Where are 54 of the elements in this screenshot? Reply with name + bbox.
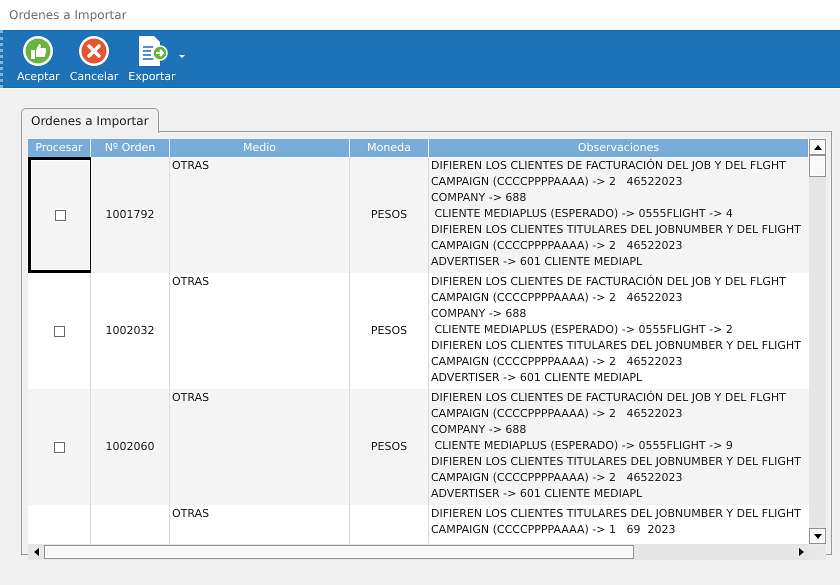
- checkbox[interactable]: [55, 210, 66, 220]
- observation-line: DIFIEREN LOS CLIENTES DE FACTURACIÓN DEL JOB Y DEL FLGHT: [431, 158, 787, 174]
- observation-line: CLIENTE MEDIAPLUS (ESPERADO) -> 0555FLIGHT -> 9: [433, 438, 734, 454]
- table-cell: OTRAS: [172, 507, 210, 520]
- window-title: Ordenes a Importar: [9, 7, 127, 24]
- scroll-up-icon[interactable]: [809, 139, 826, 155]
- observation-line: CLIENTE MEDIAPLUS (ESPERADO) -> 0555FLIGHT -> 2: [433, 322, 734, 338]
- order-number: 1002060: [106, 438, 154, 455]
- table-cell-text: PESOS: [370, 438, 408, 455]
- table-cell: OTRAS: [172, 275, 210, 288]
- observation-line: DIFIEREN LOS CLIENTES TITULARES DEL JOBNUMBER Y DEL FLIGHT: [431, 506, 802, 522]
- scroll-thumb[interactable]: [44, 545, 634, 559]
- observation-line: DIFIEREN LOS CLIENTES TITULARES DEL JOBNUMBER Y DEL FLIGHT: [431, 454, 802, 470]
- toolbar-button[interactable]: Aceptar: [17, 35, 60, 83]
- column-header[interactable]: Procesar: [28, 139, 91, 157]
- observation-line: ADVERTISER -> 601 CLIENTE MEDIAPL: [431, 370, 644, 386]
- observation-line: CAMPAIGN (CCCCPPPPAAAA) -> 2 46522023: [431, 470, 684, 486]
- column-header[interactable]: Moneda: [350, 139, 429, 157]
- checkbox[interactable]: [54, 326, 64, 336]
- observation-line: CAMPAIGN (CCCCPPPPAAAA) -> 2 46522023: [431, 290, 684, 306]
- close-icon: [78, 35, 110, 67]
- toolbar-button[interactable]: Exportar: [128, 35, 176, 83]
- observation-line: CAMPAIGN (CCCCPPPPAAAA) -> 1 69 2023: [431, 522, 676, 538]
- observation-line: COMPANY -> 688: [431, 306, 528, 322]
- observation-line: CAMPAIGN (CCCCPPPPAAAA) -> 2 46522023: [431, 354, 684, 370]
- order-number: 1001792: [106, 206, 154, 223]
- toolbar-button[interactable]: Cancelar: [70, 35, 118, 83]
- observation-line: DIFIEREN LOS CLIENTES TITULARES DEL JOBNUMBER Y DEL FLIGHT: [431, 338, 802, 354]
- observation-line: ADVERTISER -> 601 CLIENTE MEDIAPL: [431, 486, 644, 502]
- dropdown-caret-icon[interactable]: [178, 55, 185, 59]
- tab[interactable]: Ordenes a Importar: [21, 108, 159, 133]
- observation-line: DIFIEREN LOS CLIENTES DE FACTURACIÓN DEL JOB Y DEL FLGHT: [431, 274, 787, 290]
- column-header[interactable]: Medio: [170, 139, 350, 157]
- observation-line: DIFIEREN LOS CLIENTES DE FACTURACIÓN DEL JOB Y DEL FLGHT: [431, 390, 787, 406]
- observation-line: CAMPAIGN (CCCCPPPPAAAA) -> 2 46522023: [431, 174, 684, 190]
- scroll-thumb[interactable]: [809, 155, 826, 177]
- scroll-down-icon[interactable]: [809, 528, 826, 544]
- order-number: 1002032: [106, 322, 154, 339]
- column-header[interactable]: Nº Orden: [91, 139, 170, 157]
- observation-line: CAMPAIGN (CCCCPPPPAAAA) -> 2 46522023: [431, 238, 684, 254]
- observation-line: COMPANY -> 688: [431, 422, 528, 438]
- observation-line: CAMPAIGN (CCCCPPPPAAAA) -> 2 46522023: [431, 406, 684, 422]
- column-header[interactable]: Observaciones: [429, 139, 809, 157]
- table-cell: OTRAS: [172, 391, 210, 404]
- table-cell-text: PESOS: [370, 206, 408, 223]
- observation-line: CLIENTE MEDIAPLUS (ESPERADO) -> 0555FLIGHT -> 4: [433, 206, 734, 222]
- observation-line: COMPANY -> 688: [431, 190, 528, 206]
- vertical-scrollbar[interactable]: [809, 139, 826, 544]
- observation-line: DIFIEREN LOS CLIENTES TITULARES DEL JOBNUMBER Y DEL FLIGHT: [431, 222, 802, 238]
- table-cell-text: PESOS: [370, 322, 408, 339]
- thumbs-up-icon: [22, 35, 54, 67]
- observation-line: ADVERTISER -> 601 CLIENTE MEDIAPL: [431, 254, 644, 270]
- table-cell: OTRAS: [172, 159, 210, 172]
- checkbox[interactable]: [54, 442, 64, 452]
